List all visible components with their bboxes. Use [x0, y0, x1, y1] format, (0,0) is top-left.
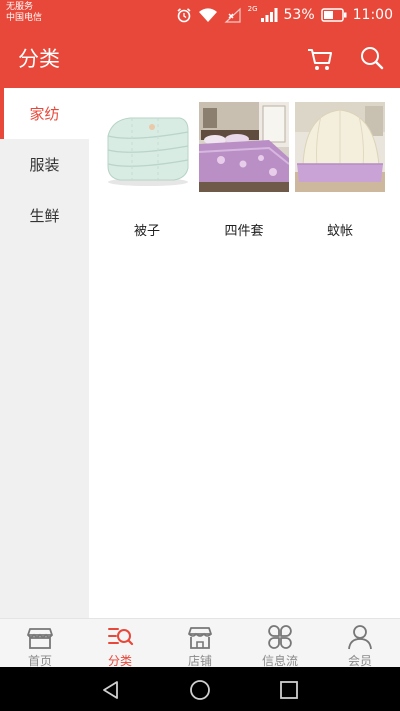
carrier-status: 无服务 — [6, 2, 34, 12]
feed-icon — [268, 625, 292, 649]
member-icon — [348, 625, 372, 650]
no-sim-signal-icon — [224, 7, 241, 23]
product-bedding-set[interactable]: 四件套 — [199, 102, 289, 239]
carrier-info: 无服务 中国电信 — [6, 2, 42, 24]
back-button[interactable] — [99, 678, 123, 702]
network-type: 2G — [247, 5, 258, 13]
product-image-quilt — [102, 102, 192, 192]
product-name: 四件套 — [224, 224, 264, 239]
tab-shop[interactable]: 店铺 — [160, 619, 240, 668]
sidebar-item-clothing[interactable]: 服装 — [0, 139, 89, 190]
product-name: 蚊帐 — [326, 224, 353, 239]
search-icon — [361, 47, 384, 70]
wifi-icon — [198, 8, 217, 22]
home-button[interactable] — [188, 678, 212, 702]
tab-category[interactable]: 分类 — [80, 619, 160, 668]
sidebar-item-fresh-food[interactable]: 生鲜 — [0, 190, 89, 241]
battery-icon — [320, 8, 347, 22]
alarm-icon — [177, 8, 191, 23]
cart-icon — [308, 49, 332, 70]
storefront-icon — [27, 628, 53, 649]
home-icon — [190, 680, 210, 700]
recents-icon — [280, 681, 298, 699]
status-bar: 无服务 中国电信 2G 53% 11:00 — [0, 0, 400, 30]
cellular-signal-icon — [260, 8, 278, 22]
bottom-tab-bar: 首页 分类 店铺 信息流 会员 — [0, 618, 400, 668]
cart-button[interactable] — [306, 45, 334, 73]
sidebar-item-label: 服装 — [29, 156, 60, 174]
tab-member[interactable]: 会员 — [320, 619, 400, 668]
product-image-bedding-set — [199, 102, 289, 192]
category-icon — [108, 628, 134, 646]
carrier-name: 中国电信 — [6, 13, 43, 23]
tab-home[interactable]: 首页 — [0, 619, 80, 668]
product-quilt[interactable]: 被子 — [102, 102, 192, 239]
category-sidebar: 家纺 服装 生鲜 — [0, 88, 89, 618]
tab-feed[interactable]: 信息流 — [240, 619, 320, 668]
recents-button[interactable] — [277, 678, 301, 702]
sidebar-item-label: 生鲜 — [29, 207, 60, 225]
sidebar-item-label: 家纺 — [29, 105, 60, 123]
battery-percent: 53% — [283, 7, 315, 23]
product-image-mosquito-net — [295, 102, 385, 192]
page-title: 分类 — [18, 47, 60, 71]
product-mosquito-net[interactable]: 蚊帐 — [295, 102, 385, 239]
product-name: 被子 — [133, 224, 160, 239]
app-header: 分类 — [0, 30, 400, 88]
status-time: 11:00 — [352, 7, 393, 23]
status-icons: 2G 53% 11:00 — [176, 0, 393, 30]
sidebar-item-home-textiles[interactable]: 家纺 — [0, 88, 89, 139]
search-button[interactable] — [358, 44, 386, 72]
back-icon — [103, 681, 118, 699]
shop-icon — [188, 627, 212, 649]
system-nav-bar — [0, 667, 400, 711]
